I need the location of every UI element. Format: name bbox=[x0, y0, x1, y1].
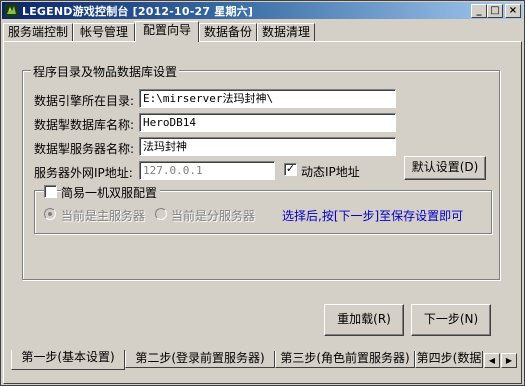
main-server-radio[interactable] bbox=[44, 208, 56, 220]
app-icon bbox=[5, 4, 18, 17]
dynamic-ip-checkbox[interactable]: ✓ bbox=[284, 163, 297, 176]
tab-step-3[interactable]: 第三步(角色前置服务器) bbox=[275, 351, 415, 368]
tab-account-management[interactable]: 帐号管理 bbox=[73, 23, 135, 41]
window-title: LEGEND游戏控制台 [2012-10-27 星期六] bbox=[22, 5, 254, 18]
tab-data-backup[interactable]: 数据备份 bbox=[199, 23, 257, 41]
db-name-input[interactable]: HeroDB14 bbox=[139, 113, 396, 132]
ip-input[interactable]: 127.0.0.1 bbox=[139, 161, 275, 180]
tab-config-wizard[interactable]: 配置向导 bbox=[135, 21, 199, 42]
maximize-icon[interactable]: □ bbox=[487, 4, 503, 18]
db-name-label: 数据掣数据库名称: bbox=[34, 118, 135, 132]
tab-step-2[interactable]: 第二步(登录前置服务器) bbox=[125, 351, 275, 368]
ip-label: 服务器外网IP地址: bbox=[34, 166, 133, 180]
tab-step-1[interactable]: 第一步(基本设置) bbox=[11, 350, 125, 370]
tab-step-4[interactable]: 第四步(数据 bbox=[415, 351, 483, 368]
dual-server-title: 简易一机双服配置 bbox=[61, 184, 161, 201]
server-name-label: 数据掣服务器名称: bbox=[34, 142, 135, 156]
close-icon[interactable]: × bbox=[505, 4, 521, 18]
engine-dir-label: 数据引擎所在目录: bbox=[34, 94, 135, 108]
main-server-label: 当前是主服务器 bbox=[61, 209, 146, 223]
server-name-input[interactable]: 法玛封神 bbox=[139, 137, 396, 156]
main-tab-strip: 服务端控制 帐号管理 配置向导 数据备份 数据清理 bbox=[3, 21, 523, 42]
sub-server-label: 当前是分服务器 bbox=[171, 209, 256, 223]
dual-server-checkbox[interactable] bbox=[44, 185, 57, 198]
wizard-step-tabs: 第一步(基本设置) 第二步(登录前置服务器) 第三步(角色前置服务器) 第四步(… bbox=[11, 350, 521, 371]
db-settings-title: 程序目录及物品数据库设置 bbox=[31, 63, 180, 80]
tab-data-cleanup[interactable]: 数据清理 bbox=[257, 23, 315, 41]
default-settings-button[interactable]: 默认设置(D) bbox=[404, 156, 486, 180]
engine-dir-input[interactable]: E:\mirserver法玛封神\ bbox=[139, 89, 396, 108]
dynamic-ip-label: 动态IP地址 bbox=[301, 165, 360, 179]
next-step-button[interactable]: 下一步(N) bbox=[411, 304, 491, 336]
title-bar[interactable]: LEGEND游戏控制台 [2012-10-27 星期六] _ □ × bbox=[2, 2, 523, 19]
scroll-right-icon[interactable]: ▶ bbox=[501, 353, 517, 368]
tab-server-control[interactable]: 服务端控制 bbox=[3, 23, 73, 41]
dual-server-hint: 选择后,按[下一步]至保存设置即可 bbox=[282, 209, 464, 223]
main-window: LEGEND游戏控制台 [2012-10-27 星期六] _ □ × 服务端控制… bbox=[0, 0, 525, 386]
config-wizard-panel: 程序目录及物品数据库设置 数据引擎所在目录: E:\mirserver法玛封神\… bbox=[3, 41, 522, 384]
radio-dot bbox=[48, 212, 52, 216]
sub-server-radio[interactable] bbox=[155, 208, 167, 220]
scroll-left-icon[interactable]: ◀ bbox=[484, 353, 500, 368]
reload-button[interactable]: 重加载(R) bbox=[324, 304, 404, 336]
minimize-icon[interactable]: _ bbox=[471, 4, 487, 18]
